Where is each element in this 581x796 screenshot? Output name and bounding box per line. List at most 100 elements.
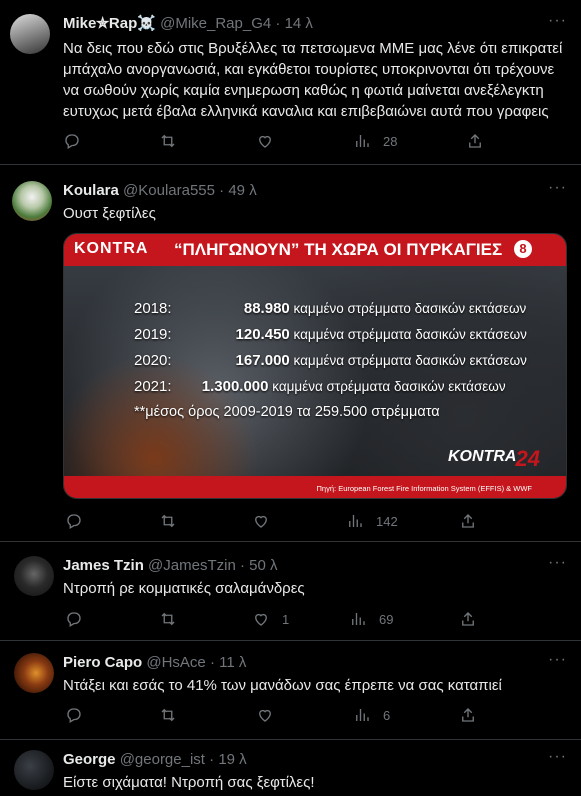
stat-row: 2018: 88.980 καμμένο στρέμματο δασικών ε…	[134, 300, 526, 317]
retweet-button[interactable]	[159, 705, 189, 725]
more-options-icon[interactable]: ···	[548, 748, 567, 766]
tweet-media-image[interactable]: KONTRA “ΠΛΗΓΩΝΟΥΝ” ΤΗ ΧΩΡΑ ΟΙ ΠΥΡΚΑΓΙΕΣ …	[63, 233, 567, 499]
kontra-logo: KONTRA	[74, 240, 149, 257]
average-note: **μέσος όρος 2009-2019 τα 259.500 στρέμμ…	[134, 404, 440, 420]
views-count: 142	[376, 513, 398, 529]
retweet-button[interactable]	[159, 511, 189, 531]
separator-dot: ·	[275, 15, 281, 32]
timestamp[interactable]: 14 λ	[285, 15, 313, 32]
tweet-text: Ντάξει και εσάς το 41% των μανάδων σας έ…	[63, 677, 502, 694]
tweet[interactable]: Mike✮Rap☠️ @Mike_Rap_G4 · 14 λ ··· Να δε…	[0, 0, 581, 165]
retweet-button[interactable]	[159, 131, 189, 151]
tweet-header: Mike✮Rap☠️ @Mike_Rap_G4 · 14 λ	[63, 14, 313, 34]
views-count: 69	[379, 611, 394, 627]
kontra24-logo-text: KONTRA	[448, 448, 517, 465]
author-name[interactable]: James Tzin	[63, 557, 144, 574]
share-button[interactable]	[466, 131, 484, 151]
more-options-icon[interactable]: ···	[548, 554, 567, 572]
reply-button[interactable]	[63, 131, 93, 151]
reply-icon	[67, 514, 81, 529]
share-icon	[462, 612, 474, 626]
like-button[interactable]: 1	[252, 609, 289, 629]
tweet[interactable]: James Tzin @JamesTzin · 50 λ ··· Ντροπή …	[0, 542, 581, 641]
author-handle[interactable]: @JamesTzin	[148, 557, 236, 574]
retweet-button[interactable]	[159, 609, 189, 629]
share-icon	[462, 708, 474, 722]
stat-value: 1.300.000	[201, 378, 269, 395]
share-icon	[469, 134, 481, 148]
age-rating-badge: 8	[514, 240, 532, 258]
separator-dot: ·	[209, 654, 215, 671]
stat-year: 2018:	[134, 300, 172, 317]
stat-value: 167.000	[235, 352, 290, 369]
more-options-icon[interactable]: ···	[548, 12, 567, 30]
like-count: 1	[282, 611, 290, 627]
separator-dot: ·	[219, 182, 225, 199]
reply-icon	[67, 612, 81, 627]
like-button[interactable]	[252, 511, 282, 531]
avatar[interactable]	[14, 556, 54, 596]
share-button[interactable]	[459, 609, 477, 629]
avatar[interactable]	[14, 653, 54, 693]
stat-desc: καμμένο στρέμματο δασικών εκτάσεων	[293, 301, 527, 316]
avatar[interactable]	[10, 14, 50, 54]
retweet-icon	[161, 708, 175, 722]
tweet-text: Να δεις που εδώ στις Βρυξέλλες τα πετσωμ…	[63, 40, 563, 120]
timestamp[interactable]: 19 λ	[218, 751, 246, 768]
reply-button[interactable]	[65, 705, 95, 725]
timestamp[interactable]: 50 λ	[249, 557, 277, 574]
heart-icon	[259, 709, 271, 722]
stat-year: 2021:	[134, 378, 172, 395]
retweet-icon	[161, 134, 175, 148]
author-handle[interactable]: @george_ist	[120, 751, 205, 768]
stat-year: 2020:	[134, 352, 172, 369]
separator-dot: ·	[209, 751, 215, 768]
avatar[interactable]	[14, 750, 54, 790]
heart-icon	[259, 135, 271, 148]
stat-value: 88.980	[243, 300, 290, 317]
tweet-header: Piero Capo @HsAce · 11 λ	[63, 653, 246, 673]
tweet[interactable]: Koulara @Koulara555 · 49 λ ··· Ουστ ξεφτ…	[0, 165, 581, 542]
author-handle[interactable]: @Mike_Rap_G4	[160, 15, 271, 32]
like-button[interactable]	[256, 705, 286, 725]
author-name[interactable]: Mike✮Rap☠️	[63, 15, 156, 32]
share-button[interactable]	[459, 511, 477, 531]
reply-icon	[67, 708, 81, 723]
author-handle[interactable]: @Koulara555	[123, 182, 215, 199]
share-button[interactable]	[459, 705, 477, 725]
timestamp[interactable]: 49 λ	[228, 182, 256, 199]
views-button[interactable]: 69	[349, 609, 393, 629]
separator-dot: ·	[239, 557, 245, 574]
author-name[interactable]: Koulara	[63, 182, 119, 199]
reply-button[interactable]	[65, 609, 95, 629]
tweet-actions: 1 69	[63, 609, 483, 629]
media-source: Πηγή: European Forest Fire Information S…	[316, 484, 532, 493]
views-button[interactable]: 28	[353, 131, 397, 151]
stat-row: 2019: 120.450 καμμένα στρέμματα δασικών …	[134, 326, 527, 343]
share-icon	[462, 514, 474, 528]
views-button[interactable]: 6	[353, 705, 390, 725]
heart-icon	[255, 515, 267, 528]
views-button[interactable]: 142	[346, 511, 398, 531]
media-headline: “ΠΛΗΓΩΝΟΥΝ” ΤΗ ΧΩΡΑ ΟΙ ΠΥΡΚΑΓΙΕΣ	[174, 240, 503, 259]
author-name[interactable]: Piero Capo	[63, 654, 142, 671]
tweet-actions: 28	[63, 131, 483, 151]
tweet[interactable]: George @george_ist · 19 λ ··· Είστε σιχά…	[0, 740, 581, 796]
author-handle[interactable]: @HsAce	[146, 654, 205, 671]
avatar[interactable]	[12, 181, 52, 221]
retweet-icon	[161, 514, 175, 528]
tweet[interactable]: Piero Capo @HsAce · 11 λ ··· Ντάξει και …	[0, 641, 581, 740]
tweet-header: Koulara @Koulara555 · 49 λ	[63, 181, 257, 201]
stat-desc: καμμένα στρέμματα δασικών εκτάσεων	[293, 353, 527, 368]
tweet-text: Ουστ ξεφτίλες	[63, 205, 156, 222]
author-name[interactable]: George	[63, 751, 116, 768]
more-options-icon[interactable]: ···	[548, 651, 567, 669]
kontra24-logo-number: 24	[515, 446, 540, 471]
views-count: 28	[383, 133, 398, 149]
more-options-icon[interactable]: ···	[548, 179, 567, 197]
views-icon	[349, 515, 362, 527]
timestamp[interactable]: 11 λ	[219, 654, 246, 671]
reply-button[interactable]	[65, 511, 95, 531]
like-button[interactable]	[256, 131, 286, 151]
tweet-actions: 142	[63, 511, 483, 531]
